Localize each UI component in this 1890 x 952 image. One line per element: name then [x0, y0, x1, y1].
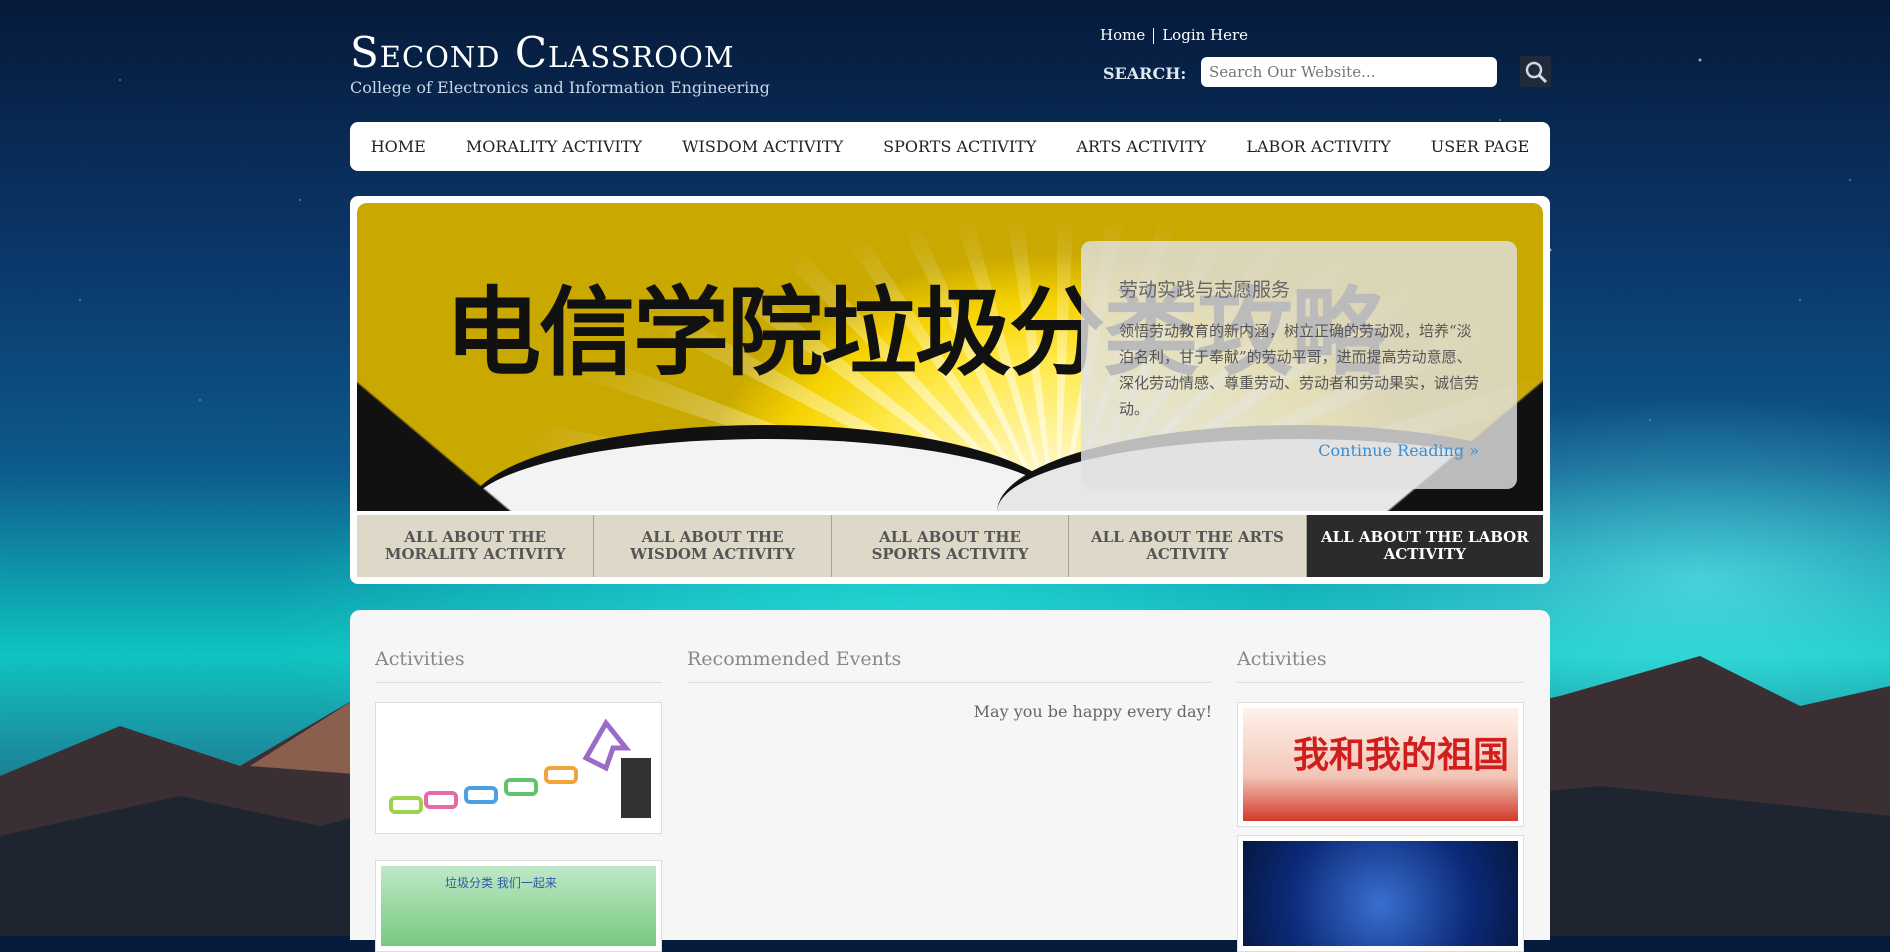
tab-labor[interactable]: ALL ABOUT THE LABOR ACTIVITY — [1306, 515, 1544, 577]
caption-title[interactable]: 劳动实践与志愿服务 — [1119, 275, 1290, 302]
search-icon — [1525, 61, 1547, 83]
garbage-sorting-image: 垃圾分类 我们一起来 — [381, 866, 656, 946]
continue-reading-link[interactable]: Continue Reading » — [1318, 441, 1479, 460]
nav-sports-activity[interactable]: SPORTS ACTIVITY — [883, 137, 1036, 156]
nav-wisdom-activity[interactable]: WISDOM ACTIVITY — [682, 137, 843, 156]
nav-user-page[interactable]: USER PAGE — [1431, 137, 1530, 156]
site-title[interactable]: Second Classroom — [350, 28, 735, 77]
caption-text: 领悟劳动教育的新内涵，树立正确的劳动观，培养“淡泊名利，甘于奉献”的劳动平哥，进… — [1119, 322, 1480, 418]
middle-column-title: Recommended Events — [687, 648, 1212, 683]
tab-wisdom[interactable]: ALL ABOUT THE WISDOM ACTIVITY — [594, 515, 832, 577]
rising-arrow-icon — [381, 708, 656, 828]
garbage-sorting-text: 垃圾分类 我们一起来 — [445, 876, 557, 890]
right-column-title: Activities — [1237, 648, 1524, 683]
top-link-home[interactable]: Home — [1100, 26, 1145, 44]
link-divider — [1153, 28, 1155, 44]
left-column-title: Activities — [375, 648, 662, 683]
recommended-text: May you be happy every day! — [973, 702, 1212, 721]
top-link-login[interactable]: Login Here — [1162, 26, 1248, 44]
motherland-banner: 我和我的祖国 — [1243, 708, 1518, 821]
search-input[interactable] — [1201, 57, 1497, 87]
nav-home[interactable]: HOME — [371, 137, 426, 156]
featured-slider: 电信学院垃圾分类攻略 劳动实践与志愿服务 领悟劳动教育的新内涵，树立正确的劳动观… — [350, 196, 1550, 584]
tab-sports[interactable]: ALL ABOUT THE SPORTS ACTIVITY — [831, 515, 1070, 577]
slider-tabs: ALL ABOUT THE MORALITY ACTIVITY ALL ABOU… — [357, 515, 1544, 577]
tab-morality[interactable]: ALL ABOUT THE MORALITY ACTIVITY — [357, 515, 595, 577]
activity-thumb-4[interactable] — [1237, 835, 1524, 952]
slide-image[interactable]: 电信学院垃圾分类攻略 劳动实践与志愿服务 领悟劳动教育的新内涵，树立正确的劳动观… — [357, 203, 1543, 511]
slide-caption: 劳动实践与志愿服务 领悟劳动教育的新内涵，树立正确的劳动观，培养“淡泊名利，甘于… — [1081, 241, 1517, 489]
nav-arts-activity[interactable]: ARTS ACTIVITY — [1076, 137, 1206, 156]
nav-morality-activity[interactable]: MORALITY ACTIVITY — [466, 137, 642, 156]
search-button[interactable] — [1520, 56, 1551, 87]
main-navigation: HOME MORALITY ACTIVITY WISDOM ACTIVITY S… — [350, 122, 1550, 171]
content-panel: Activities 垃圾分类 我们一起来 Recommended Events… — [350, 610, 1550, 952]
top-links: Home Login Here — [1100, 26, 1248, 44]
motherland-banner-text: 我和我的祖国 — [1293, 734, 1510, 776]
activity-thumb-1[interactable] — [375, 702, 662, 834]
search-label: SEARCH: — [1103, 64, 1187, 83]
stage-earth-image — [1243, 841, 1518, 946]
nav-labor-activity[interactable]: LABOR ACTIVITY — [1246, 137, 1390, 156]
activity-thumb-3[interactable]: 我和我的祖国 — [1237, 702, 1524, 827]
tab-arts[interactable]: ALL ABOUT THE ARTS ACTIVITY — [1069, 515, 1307, 577]
site-subtitle: College of Electronics and Information E… — [350, 78, 770, 97]
activity-thumb-2[interactable]: 垃圾分类 我们一起来 — [375, 860, 662, 952]
